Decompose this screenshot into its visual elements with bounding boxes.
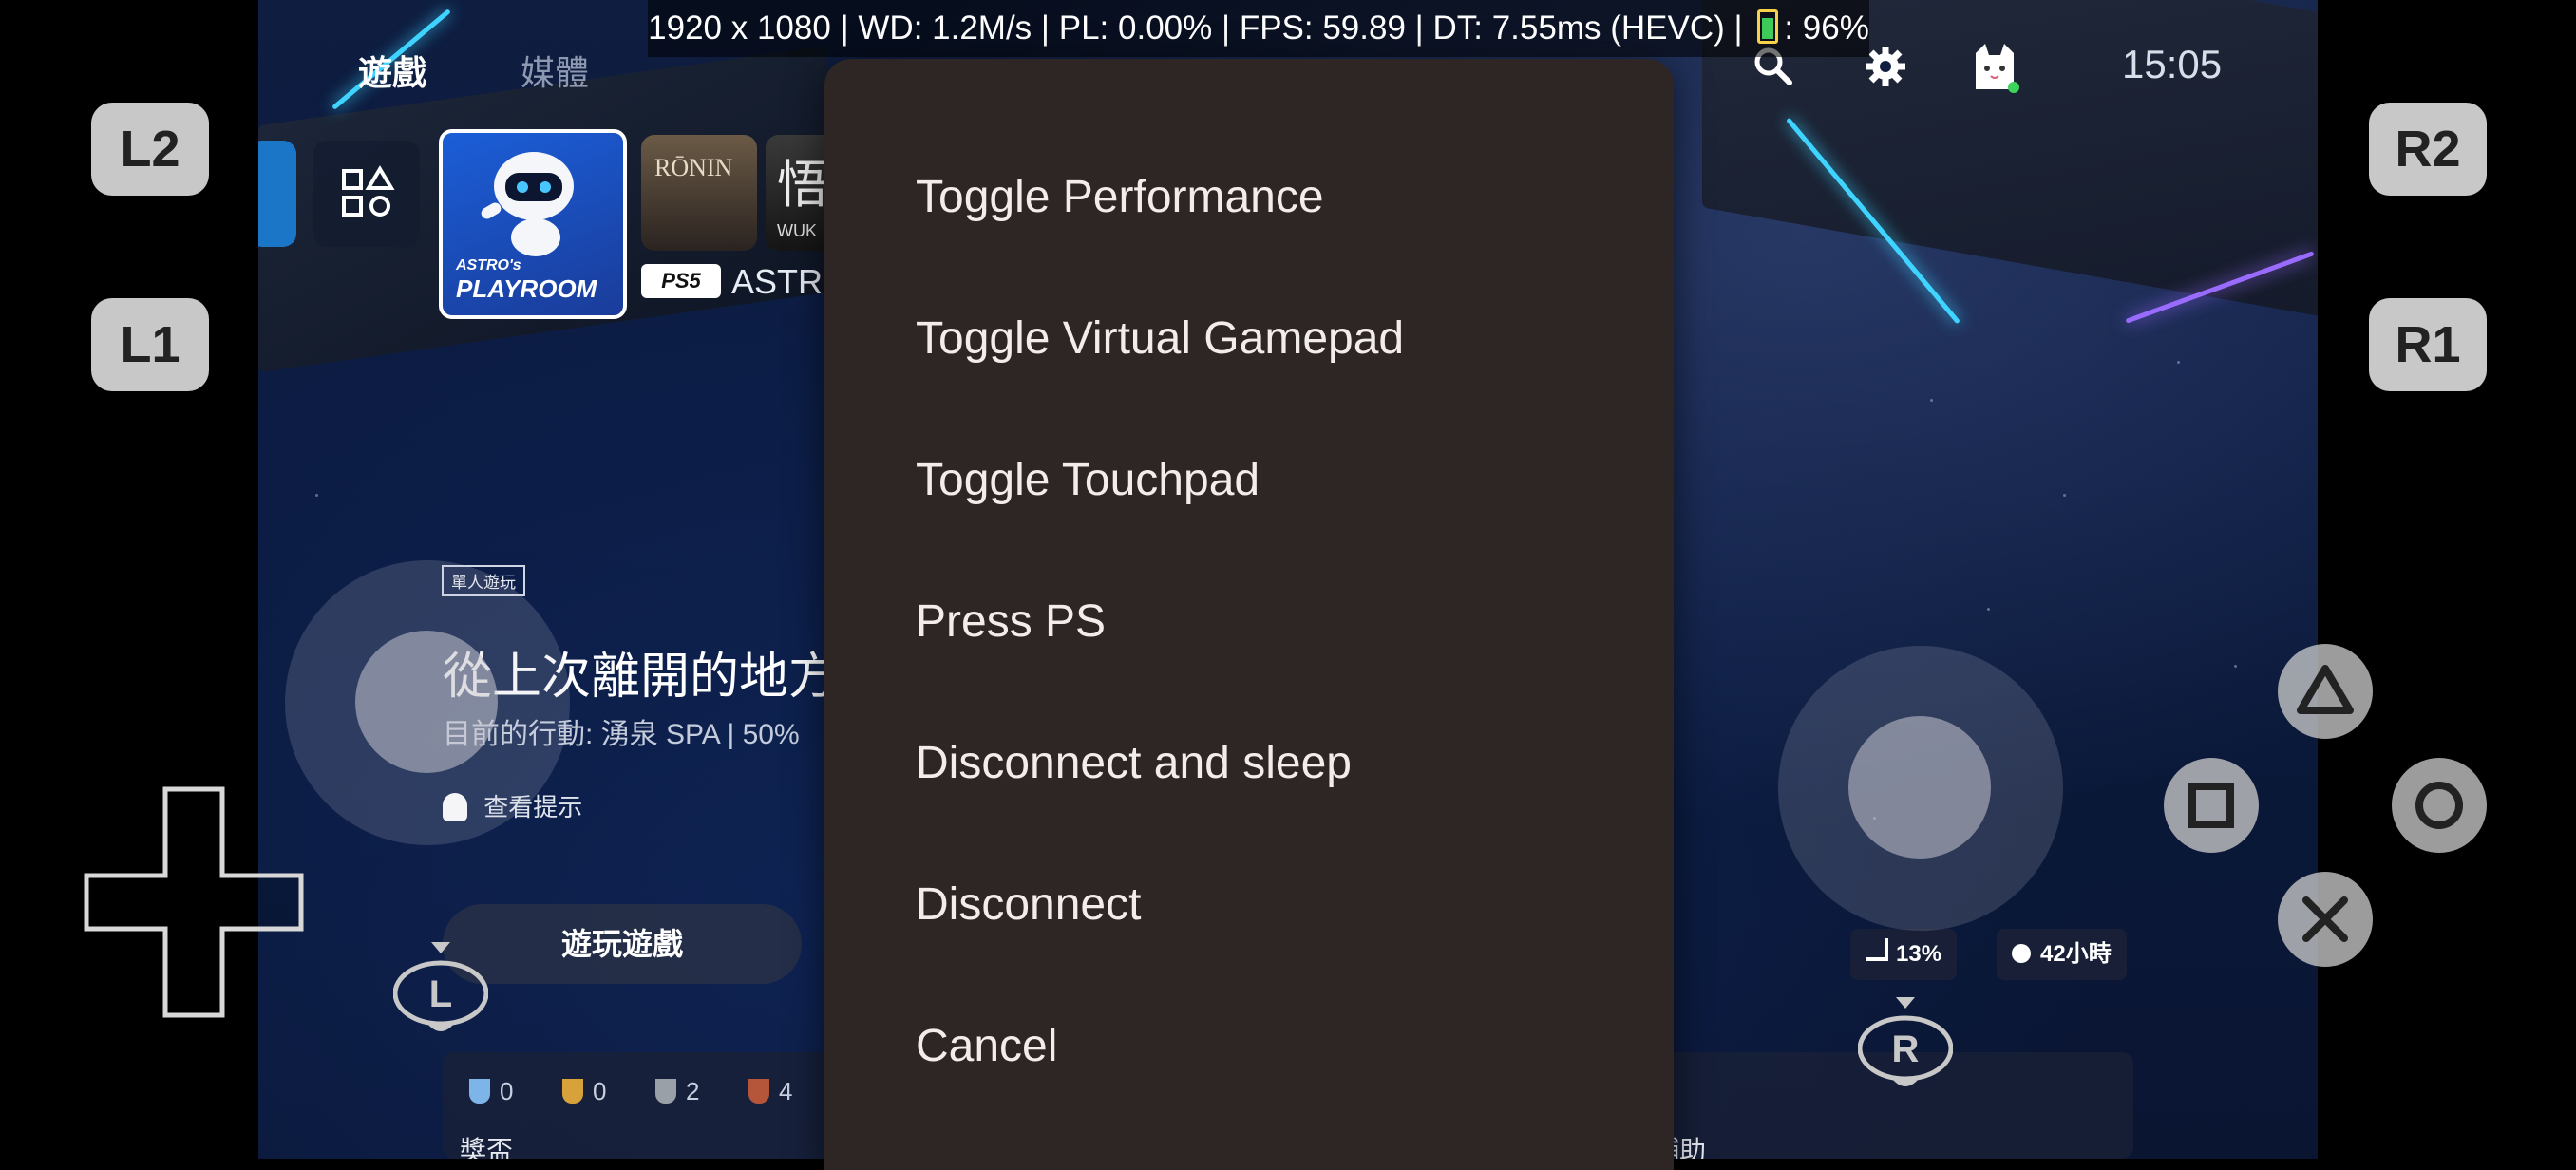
progress-value: 13% bbox=[1896, 941, 1942, 967]
game-library-icon bbox=[342, 165, 395, 217]
osd-separator: | bbox=[1221, 9, 1231, 47]
trophy-platinum: 0 bbox=[469, 1077, 513, 1106]
trophy-gold: 0 bbox=[562, 1077, 606, 1106]
menu-item-disconnect[interactable]: Disconnect bbox=[916, 878, 1141, 931]
performance-overlay: 1920 x 1080 | WD: 1.2M/s | PL: 0.00% | F… bbox=[648, 0, 1869, 57]
progress-chip: 13% bbox=[1850, 929, 1958, 980]
menu-item-cancel[interactable]: Cancel bbox=[916, 1020, 1057, 1072]
dpad[interactable] bbox=[84, 786, 304, 1018]
trophy-count: 4 bbox=[779, 1077, 793, 1105]
star bbox=[2177, 361, 2180, 364]
game-tile-ronin[interactable]: RŌNIN bbox=[641, 135, 757, 251]
menu-item-disconnect-and-sleep[interactable]: Disconnect and sleep bbox=[916, 737, 1352, 789]
stream-menu: Toggle Performance Toggle Virtual Gamepa… bbox=[824, 59, 1674, 1170]
r1-button[interactable]: R1 bbox=[2369, 298, 2487, 391]
playtime-value: 42小時 bbox=[2040, 941, 2112, 967]
osd-network: WD: 1.2M/s bbox=[858, 9, 1032, 47]
tab-media[interactable]: 媒體 bbox=[521, 46, 589, 95]
triangle-icon bbox=[2297, 665, 2354, 714]
battery-icon bbox=[1757, 9, 1779, 44]
osd-decode: DT: 7.55ms (HEVC) bbox=[1432, 9, 1725, 47]
square-button[interactable] bbox=[2164, 758, 2259, 853]
star bbox=[1987, 608, 1990, 611]
platinum-trophy-icon bbox=[469, 1079, 490, 1104]
clock-icon bbox=[2012, 944, 2031, 963]
osd-packet-loss: PL: 0.00% bbox=[1058, 9, 1213, 47]
astro-tile-title: ASTRO's PLAYROOM bbox=[456, 257, 597, 304]
menu-item-toggle-virtual-gamepad[interactable]: Toggle Virtual Gamepad bbox=[916, 312, 1404, 365]
osd-separator: | bbox=[840, 9, 849, 47]
l1-button[interactable]: L1 bbox=[91, 298, 209, 391]
trophy-count: 0 bbox=[500, 1077, 514, 1105]
osd-separator: | bbox=[1040, 9, 1051, 47]
square-icon bbox=[2188, 783, 2234, 828]
wukong-title: WUK bbox=[777, 221, 817, 240]
triangle-button[interactable] bbox=[2278, 644, 2373, 739]
osd-separator: | bbox=[1733, 9, 1743, 47]
playtime-chip: 42小時 bbox=[1997, 929, 2127, 980]
game-library-tile[interactable] bbox=[313, 141, 420, 247]
menu-item-toggle-performance[interactable]: Toggle Performance bbox=[916, 171, 1324, 223]
progress-icon bbox=[1866, 938, 1888, 961]
astro-title-line2: PLAYROOM bbox=[456, 274, 597, 303]
circle-button[interactable] bbox=[2392, 758, 2487, 853]
star bbox=[2063, 494, 2066, 497]
l3-label: L bbox=[429, 973, 452, 1015]
osd-separator: | bbox=[1414, 9, 1424, 47]
cross-icon bbox=[2302, 896, 2348, 942]
play-game-button[interactable]: 遊玩遊戲 bbox=[443, 904, 802, 984]
game-tile-partial[interactable] bbox=[258, 141, 296, 247]
star bbox=[2234, 665, 2237, 668]
r2-button[interactable]: R2 bbox=[2369, 103, 2487, 196]
ps5-badge: PS5 bbox=[641, 264, 721, 298]
game-tile-astro-playroom[interactable]: ASTRO's PLAYROOM bbox=[439, 129, 627, 319]
trophy-count: 2 bbox=[686, 1077, 700, 1105]
r3-button[interactable]: R bbox=[1858, 995, 1953, 1100]
tab-games[interactable]: 遊戲 bbox=[358, 46, 426, 95]
profile-avatar[interactable] bbox=[1968, 40, 2021, 93]
cross-button[interactable] bbox=[2278, 872, 2373, 967]
r3-label: R bbox=[1892, 1028, 1920, 1070]
osd-battery: 96% bbox=[1802, 9, 1869, 47]
clock: 15:05 bbox=[2122, 42, 2223, 86]
right-stick-knob[interactable] bbox=[1848, 716, 1991, 859]
ronin-title: RŌNIN bbox=[654, 154, 733, 181]
circle-icon bbox=[2415, 782, 2463, 829]
astro-bot-icon bbox=[481, 152, 574, 256]
star bbox=[315, 494, 318, 497]
star bbox=[1930, 399, 1933, 402]
osd-fps: FPS: 59.89 bbox=[1239, 9, 1406, 47]
astro-title-line1: ASTRO's bbox=[456, 257, 521, 274]
silver-trophy-icon bbox=[655, 1079, 676, 1104]
bronze-trophy-icon bbox=[748, 1079, 769, 1104]
gold-trophy-icon bbox=[562, 1079, 583, 1104]
trophy-silver: 2 bbox=[655, 1077, 699, 1106]
osd-resolution: 1920 x 1080 bbox=[648, 9, 831, 47]
menu-item-press-ps[interactable]: Press PS bbox=[916, 595, 1106, 648]
l2-button[interactable]: L2 bbox=[91, 103, 209, 196]
menu-item-toggle-touchpad[interactable]: Toggle Touchpad bbox=[916, 454, 1260, 506]
left-stick-knob[interactable] bbox=[355, 631, 498, 773]
l3-button[interactable]: L bbox=[393, 940, 488, 1045]
trophy-bronze: 4 bbox=[748, 1077, 792, 1106]
trophies-label: 獎盃 bbox=[460, 1136, 514, 1159]
trophy-count: 0 bbox=[593, 1077, 607, 1105]
